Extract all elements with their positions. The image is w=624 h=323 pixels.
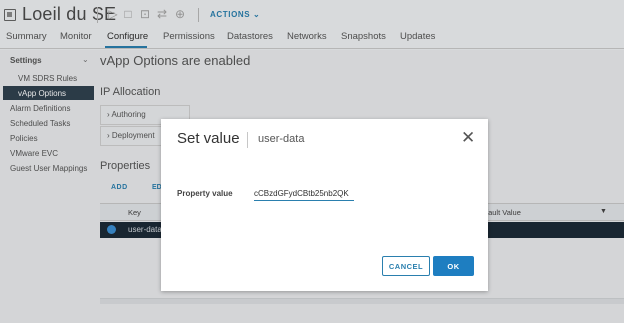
property-value-input[interactable] bbox=[254, 185, 354, 201]
cancel-button[interactable]: CANCEL bbox=[382, 256, 430, 276]
dialog-title-divider bbox=[247, 132, 248, 148]
close-icon[interactable]: ✕ bbox=[461, 129, 475, 147]
dialog-subtitle: user-data bbox=[258, 133, 305, 145]
ok-button[interactable]: OK bbox=[433, 256, 474, 276]
set-value-dialog: Set value user-data ✕ Property value CAN… bbox=[161, 119, 488, 291]
property-value-label: Property value bbox=[177, 189, 233, 198]
dialog-title: Set value bbox=[177, 130, 240, 147]
